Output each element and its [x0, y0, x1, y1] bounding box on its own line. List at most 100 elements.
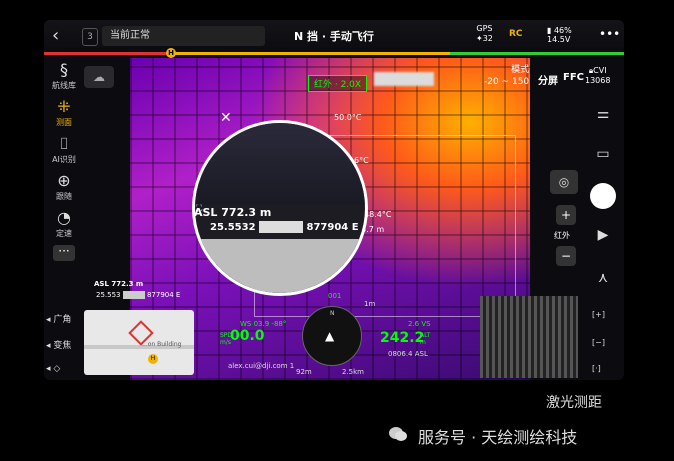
aircraft-arrow-icon: ▲: [325, 329, 335, 343]
zoom-out-button[interactable]: −: [556, 246, 576, 266]
redacted-area: [259, 221, 304, 233]
measure-icon: ⁜: [57, 97, 71, 116]
aircraft-status[interactable]: 当前正常: [102, 26, 265, 46]
ai-icon: ⌷: [59, 134, 69, 153]
total-distance: 2.5km: [342, 368, 365, 376]
battery-voltage: 14.5V: [547, 35, 571, 44]
magnified-image-top: [195, 123, 365, 205]
more-menu-icon[interactable]: •••: [599, 27, 620, 41]
scale-label: 1m: [364, 300, 376, 308]
redacted-area: [374, 72, 434, 86]
gps-label: GPS: [476, 24, 493, 33]
speed-icon: ◔: [57, 208, 71, 227]
wide-lens-button[interactable]: ◂ 广角: [46, 312, 71, 325]
zoom-step-plus[interactable]: [+]: [592, 310, 605, 319]
wide-label: 广角: [53, 315, 72, 325]
altitude-value: 242.2: [380, 330, 425, 346]
follow-icon: ⊕: [57, 171, 71, 190]
settings-sliders-icon[interactable]: ⚌: [582, 106, 624, 122]
battery-indicator: ▮ 46% 14.5V: [547, 26, 572, 44]
battery-icon: ▮: [547, 26, 552, 35]
target-asl: ASL 772.3 m: [94, 280, 144, 288]
zoom-step-minus[interactable]: [−]: [592, 338, 605, 347]
display-mode-icon[interactable]: ▭: [582, 146, 624, 162]
magnified-image-bottom: [195, 238, 365, 293]
left-toolbar: § 航线库 ⁜ 测面 ⌷ AI识别 ⊕ 跟随 ◔ 定速 ···: [44, 60, 84, 261]
ws-value: WS 03.9: [240, 320, 270, 328]
camera-switch-icon[interactable]: ◎: [550, 170, 578, 194]
redacted-area: [122, 291, 145, 299]
tool-ai-recognition[interactable]: ⌷ AI识别: [44, 134, 84, 165]
zoom-in-button[interactable]: +: [556, 205, 576, 225]
zoom-lens-button[interactable]: ◂ 变焦: [46, 338, 71, 351]
tool-measure[interactable]: ⁜ 测面: [44, 97, 84, 128]
cvi-indicator: 🔒︎CVI 13068: [585, 66, 610, 86]
more-tools-button[interactable]: ···: [53, 245, 75, 261]
top-bar: ‹ 3 当前正常 N 挡 · 手动飞行 GPS ✦32 RC ▮ 46% 14.…: [44, 20, 624, 52]
battery-progress-bar: [44, 52, 624, 55]
caption-text: 激光测距: [546, 395, 602, 411]
rc-signal: RC: [509, 29, 523, 39]
altitude-label: ALT m: [420, 332, 430, 346]
coord-b: 877904 E: [306, 222, 359, 233]
cvi-label: CVI: [593, 66, 607, 75]
coord-b: 877904 E: [146, 291, 181, 299]
coord-a: 25.553: [96, 291, 121, 299]
gps-indicator: GPS ✦32: [476, 24, 493, 44]
user-email: alex.cui@dji.com 1: [228, 362, 295, 370]
wind-speed: WS 03.9 -88°: [240, 320, 286, 328]
attitude-compass[interactable]: N ▲: [302, 306, 362, 366]
app-window: ‹ 3 当前正常 N 挡 · 手动飞行 GPS ✦32 RC ▮ 46% 14.…: [44, 20, 624, 380]
alt-label: ALT: [420, 332, 431, 339]
map-label: ...on Building: [142, 341, 182, 348]
cloud-off-icon[interactable]: ☁: [84, 66, 114, 88]
footer-account: 服务号 · 天绘测绘科技: [418, 428, 578, 447]
ffc-button[interactable]: FFC: [563, 72, 584, 83]
coord-a: 25.5532: [210, 222, 256, 233]
vertical-speed: 2.6 VS: [408, 320, 431, 328]
speed-value: 00.0: [230, 328, 265, 344]
shutter-button[interactable]: [590, 183, 616, 209]
mini-map[interactable]: H ...on Building: [84, 310, 194, 375]
ir-mode-panel[interactable]: 模式 -20 ~ 150: [484, 64, 529, 88]
back-arrow-icon[interactable]: ‹: [52, 25, 59, 46]
compass-north: N: [330, 310, 335, 317]
magnified-coordinates: 25.5532 877904 E: [210, 221, 359, 233]
ir-zoom-tag[interactable]: 红外 · 2.0X: [308, 75, 368, 92]
tool-label: AI识别: [52, 155, 76, 164]
ir-label: 红外: [554, 231, 570, 240]
heading-value: 001: [328, 292, 342, 300]
home-distance: 92m: [296, 368, 312, 376]
mode-range: -20 ~ 150: [484, 77, 530, 87]
split-screen-button[interactable]: 分屏: [538, 72, 558, 87]
magnified-asl: ASL 772.3 m: [194, 206, 272, 219]
asl-value: 0806.4 ASL: [388, 350, 428, 358]
ws-angle: -88°: [271, 320, 287, 328]
playback-icon[interactable]: ▶: [582, 227, 624, 243]
lens-extra-button[interactable]: ◂ ◇: [46, 364, 60, 374]
tool-route-library[interactable]: § 航线库: [44, 60, 84, 91]
home-point-icon: H: [148, 354, 158, 364]
home-marker-icon: H: [166, 48, 176, 58]
satellite-icon: ✦: [476, 34, 483, 43]
gimbal-icon[interactable]: ⋏: [582, 270, 624, 286]
wechat-icon: [389, 427, 407, 441]
route-icon: §: [60, 60, 68, 79]
tool-cruise-speed[interactable]: ◔ 定速: [44, 208, 84, 239]
tool-follow[interactable]: ⊕ 跟随: [44, 171, 84, 202]
visible-camera-preview[interactable]: [480, 296, 578, 378]
status-badge: 3: [82, 28, 98, 46]
zoom-step-reset[interactable]: [·]: [592, 364, 601, 373]
mode-title: 模式: [511, 65, 530, 75]
zoom-label: 变焦: [53, 341, 72, 351]
tool-label: 航线库: [52, 81, 76, 90]
alt-unit: m: [420, 339, 426, 346]
target-coordinates: 25.553 877904 E: [96, 291, 180, 299]
tool-label: 定速: [56, 229, 72, 238]
temp-reading-1: 50.0°C: [334, 113, 362, 122]
cvi-value: 13068: [585, 76, 611, 85]
tool-label: 测面: [56, 118, 72, 127]
tool-label: 跟随: [56, 192, 72, 201]
gps-count: 32: [482, 34, 493, 43]
flight-mode: N 挡 · 手动飞行: [294, 30, 374, 43]
